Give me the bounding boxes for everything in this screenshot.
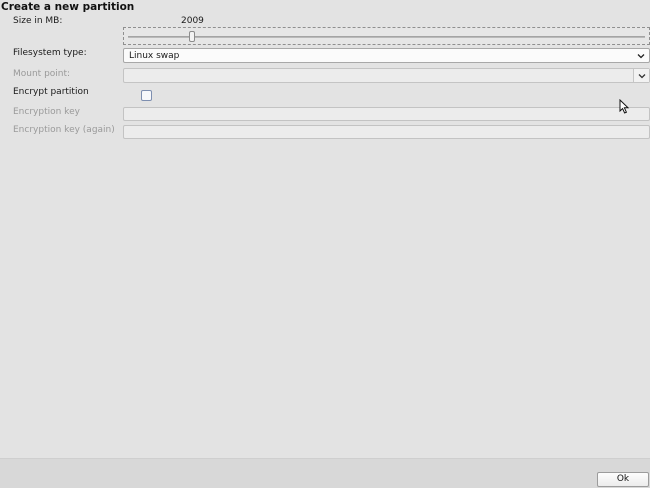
mount-point-dropdown-button[interactable] — [633, 69, 649, 82]
encryption-key-again-label: Encryption key (again) — [13, 125, 115, 135]
encryption-key-input[interactable] — [123, 107, 650, 121]
encrypt-partition-label: Encrypt partition — [13, 87, 89, 97]
mount-point-label: Mount point: — [13, 69, 71, 79]
encryption-key-again-input[interactable] — [123, 125, 650, 139]
chevron-down-icon — [637, 54, 645, 59]
filesystem-type-label: Filesystem type: — [13, 48, 87, 58]
create-partition-dialog: Create a new partition Size in MB: 2009 … — [0, 0, 650, 488]
slider-handle[interactable] — [189, 31, 196, 42]
slider-track — [128, 36, 645, 38]
encryption-key-label: Encryption key — [13, 107, 80, 117]
dialog-title: Create a new partition — [1, 1, 135, 13]
mouse-pointer-icon — [619, 99, 630, 114]
size-value: 2009 — [181, 16, 204, 26]
filesystem-type-combo[interactable]: Linux swap — [123, 48, 650, 63]
button-bar — [0, 458, 650, 488]
chevron-down-icon — [638, 74, 646, 79]
encrypt-partition-checkbox[interactable] — [141, 90, 152, 101]
filesystem-type-value: Linux swap — [129, 51, 180, 61]
size-slider[interactable] — [123, 27, 650, 45]
mount-point-combo[interactable] — [123, 68, 650, 83]
ok-button[interactable]: Ok — [597, 472, 649, 487]
size-label: Size in MB: — [13, 16, 63, 26]
